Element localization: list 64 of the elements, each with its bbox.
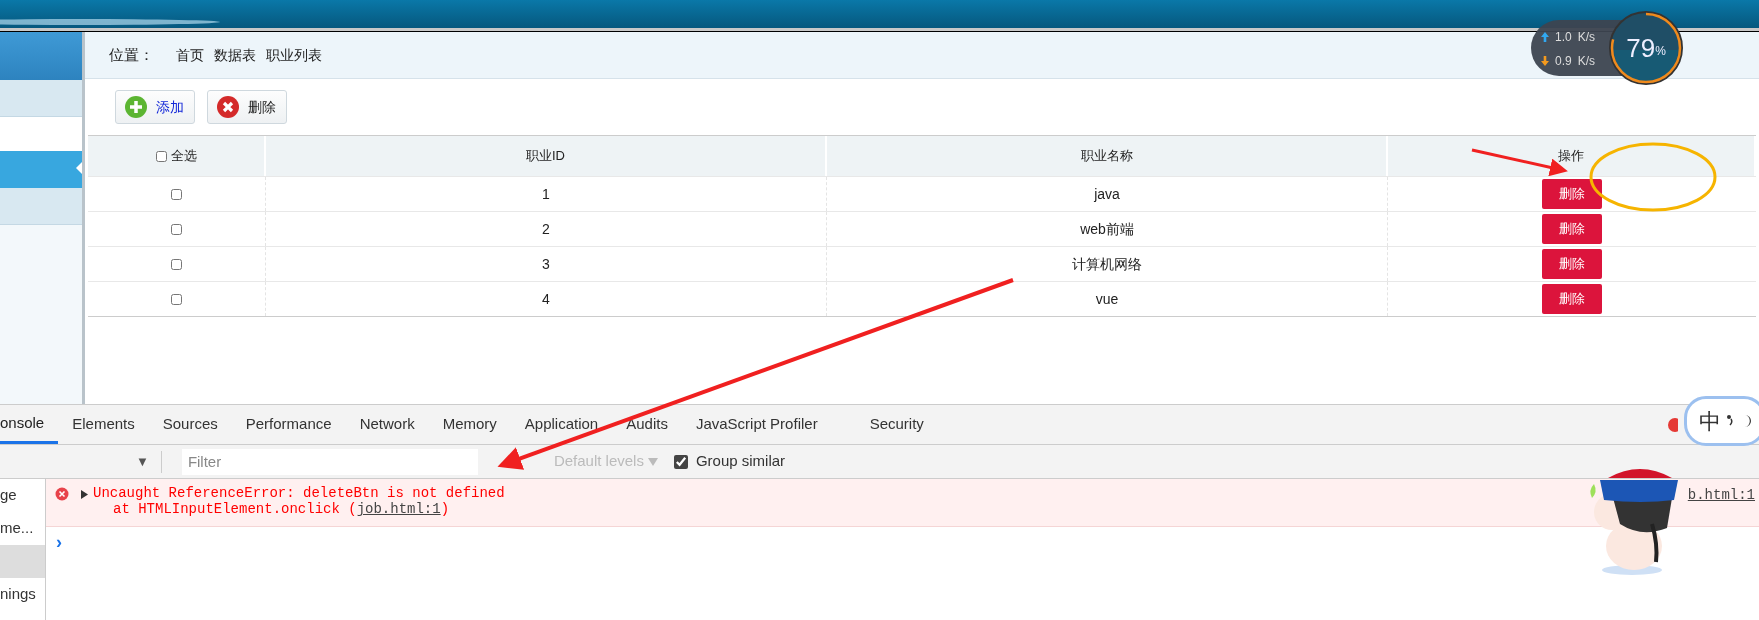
table-cell-text: vue [1095, 289, 1119, 309]
speed-unit: K/s [1577, 29, 1596, 46]
bubble-text: 中 [1699, 407, 1721, 436]
table-cell-text: 4 [542, 289, 550, 309]
gauge-percent: 79 [1626, 31, 1656, 65]
checkbox-label: Group similar [695, 451, 786, 472]
table-cell-text: 2 [542, 219, 550, 239]
upload-arrow-icon [1541, 32, 1549, 42]
upload-speed: 1.0 [1555, 29, 1572, 46]
devtools-tab[interactable]: Elements [58, 405, 149, 444]
error-count-icon [1668, 418, 1678, 432]
plus-icon [124, 95, 148, 119]
filter-field[interactable]: Filter [181, 448, 478, 475]
dropdown-caret-icon[interactable]: ▼ [136, 451, 149, 472]
select-all-checkbox[interactable] [155, 150, 167, 162]
column-header: 职业名称 [1080, 147, 1133, 166]
close-icon [216, 95, 240, 119]
delete-button[interactable]: 删除 [1542, 249, 1602, 279]
table-cell-text: 计算机网络 [1072, 254, 1142, 274]
error-location-text: at HTMLInputElement.onclick (job.html:1) [112, 501, 451, 517]
devtools-tab[interactable]: Application [510, 405, 613, 444]
group-similar-checkbox[interactable] [673, 454, 688, 469]
download-speed: 0.9 [1555, 53, 1572, 70]
row-checkbox[interactable] [171, 223, 182, 235]
expand-triangle-icon [81, 490, 89, 499]
row-checkbox[interactable] [171, 293, 182, 305]
column-header: 职业ID [526, 147, 565, 166]
column-header: 操作 [1558, 147, 1584, 166]
table-cell-text: 1 [542, 184, 550, 204]
pointer-notch-icon [76, 162, 82, 174]
sidebar-item[interactable]: ge [0, 479, 45, 512]
breadcrumb-link[interactable]: 首页 [176, 44, 204, 66]
table-cell-text: java [1094, 184, 1120, 204]
sidebar-item[interactable]: nings [0, 578, 45, 611]
download-arrow-icon [1541, 56, 1549, 66]
row-checkbox[interactable] [171, 258, 182, 270]
breadcrumb-link[interactable]: 职业列表 [266, 44, 322, 66]
add-button[interactable]: 添加 [115, 90, 195, 124]
devtools-tab[interactable]: Network [345, 405, 429, 444]
speed-unit: K/s [1577, 53, 1596, 70]
console-prompt[interactable]: › [56, 532, 62, 552]
delete-button[interactable]: 删除 [1542, 179, 1602, 209]
column-header: 全选 [170, 147, 197, 166]
devtools-tab[interactable]: Security [855, 405, 938, 444]
devtools-tab[interactable]: Performance [231, 405, 346, 444]
delete-button[interactable]: 删除 [1542, 214, 1602, 244]
breadcrumb-link[interactable]: 数据表 [214, 44, 256, 66]
devtools-tab[interactable]: Memory [428, 405, 511, 444]
table-cell-text: 3 [542, 254, 550, 274]
sidebar-item[interactable]: me... [0, 512, 45, 545]
source-link[interactable]: job.html:1 [356, 501, 441, 517]
error-text: Uncaught ReferenceError: deleteBtn is not defined [93, 485, 505, 501]
delete-button[interactable]: 删除 [207, 90, 287, 124]
delete-button[interactable]: 删除 [1542, 284, 1602, 314]
breadcrumb-label: 位置： [109, 44, 154, 65]
devtools-tab[interactable]: Sources [148, 405, 232, 444]
devtools-tab[interactable]: Audits [612, 405, 682, 444]
percent-sign: % [1655, 44, 1666, 60]
table-cell-text: web前端 [1080, 219, 1134, 239]
source-link[interactable]: b.html:1 [1687, 485, 1755, 506]
devtools-tab[interactable]: JavaScript Profiler [681, 405, 832, 444]
error-icon [55, 487, 69, 501]
row-checkbox[interactable] [171, 188, 182, 200]
caret-icon [647, 457, 658, 466]
